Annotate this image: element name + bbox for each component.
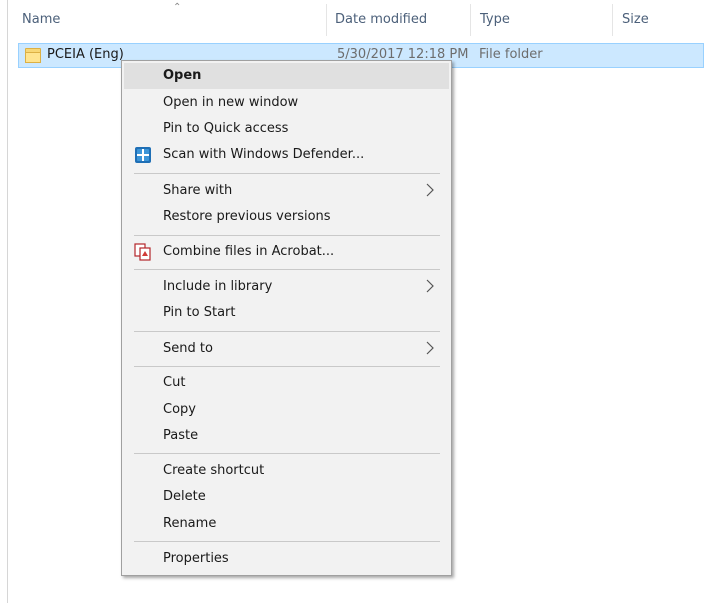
column-header-type[interactable]: Type — [480, 12, 510, 27]
menu-item-send-to[interactable]: Send to — [124, 336, 449, 362]
menu-item-label: Open — [163, 68, 202, 83]
menu-item-create-shortcut[interactable]: Create shortcut — [124, 458, 449, 484]
acrobat-combine-icon — [134, 243, 151, 261]
menu-item-label: Cut — [163, 375, 186, 390]
column-header-date-modified[interactable]: Date modified — [335, 12, 427, 27]
menu-separator — [134, 366, 440, 367]
menu-separator — [134, 331, 440, 332]
file-name: PCEIA (Eng) — [47, 47, 124, 62]
menu-item-label: Include in library — [163, 279, 273, 294]
menu-item-open[interactable]: Open — [124, 63, 449, 89]
windows-defender-icon — [135, 147, 151, 163]
menu-item-delete[interactable]: Delete — [124, 484, 449, 510]
menu-item-share-with[interactable]: Share with — [124, 178, 449, 204]
menu-separator — [134, 541, 440, 542]
sort-ascending-icon: ⌃ — [173, 2, 182, 13]
menu-separator — [134, 173, 440, 174]
menu-item-label: Combine files in Acrobat... — [163, 244, 335, 259]
menu-item-properties[interactable]: Properties — [124, 546, 449, 572]
menu-separator — [134, 269, 440, 270]
column-header-row: ⌃ Name Date modified Type Size — [8, 0, 712, 38]
menu-item-pin-start[interactable]: Pin to Start — [124, 300, 449, 326]
chevron-right-icon — [426, 279, 434, 293]
menu-item-label: Open in new window — [163, 95, 299, 110]
menu-item-rename[interactable]: Rename — [124, 511, 449, 537]
menu-item-label: Restore previous versions — [163, 209, 331, 224]
column-divider[interactable] — [470, 4, 471, 36]
chevron-right-icon — [426, 183, 434, 197]
folder-icon — [25, 48, 41, 63]
menu-item-label: Copy — [163, 402, 196, 417]
menu-item-label: Delete — [163, 489, 206, 504]
menu-item-paste[interactable]: Paste — [124, 423, 449, 449]
menu-item-label: Share with — [163, 183, 233, 198]
chevron-right-icon — [426, 341, 434, 355]
menu-item-restore-versions[interactable]: Restore previous versions — [124, 204, 449, 230]
menu-item-copy[interactable]: Copy — [124, 397, 449, 423]
file-explorer-window: ⌃ Name Date modified Type Size PCEIA (En… — [0, 0, 712, 603]
menu-item-label: Pin to Quick access — [163, 121, 289, 136]
column-divider[interactable] — [326, 4, 327, 36]
menu-item-scan-defender[interactable]: Scan with Windows Defender... — [124, 142, 449, 168]
menu-separator — [134, 235, 440, 236]
menu-separator — [134, 453, 440, 454]
menu-item-label: Properties — [163, 551, 229, 566]
menu-item-label: Create shortcut — [163, 463, 265, 478]
column-divider[interactable] — [612, 4, 613, 36]
file-type: File folder — [479, 47, 543, 62]
column-header-name[interactable]: Name — [22, 12, 60, 27]
menu-item-label: Send to — [163, 341, 213, 356]
column-header-size[interactable]: Size — [622, 12, 649, 27]
menu-item-open-new-window[interactable]: Open in new window — [124, 90, 449, 116]
menu-item-combine-acrobat[interactable]: Combine files in Acrobat... — [124, 239, 449, 265]
menu-item-pin-quick-access[interactable]: Pin to Quick access — [124, 116, 449, 142]
window-left-border — [7, 0, 8, 603]
menu-item-label: Rename — [163, 516, 217, 531]
menu-item-label: Pin to Start — [163, 305, 236, 320]
menu-item-cut[interactable]: Cut — [124, 370, 449, 396]
context-menu: Open Open in new window Pin to Quick acc… — [121, 60, 452, 576]
menu-item-include-library[interactable]: Include in library — [124, 274, 449, 300]
menu-item-label: Paste — [163, 428, 199, 443]
menu-item-label: Scan with Windows Defender... — [163, 147, 365, 162]
